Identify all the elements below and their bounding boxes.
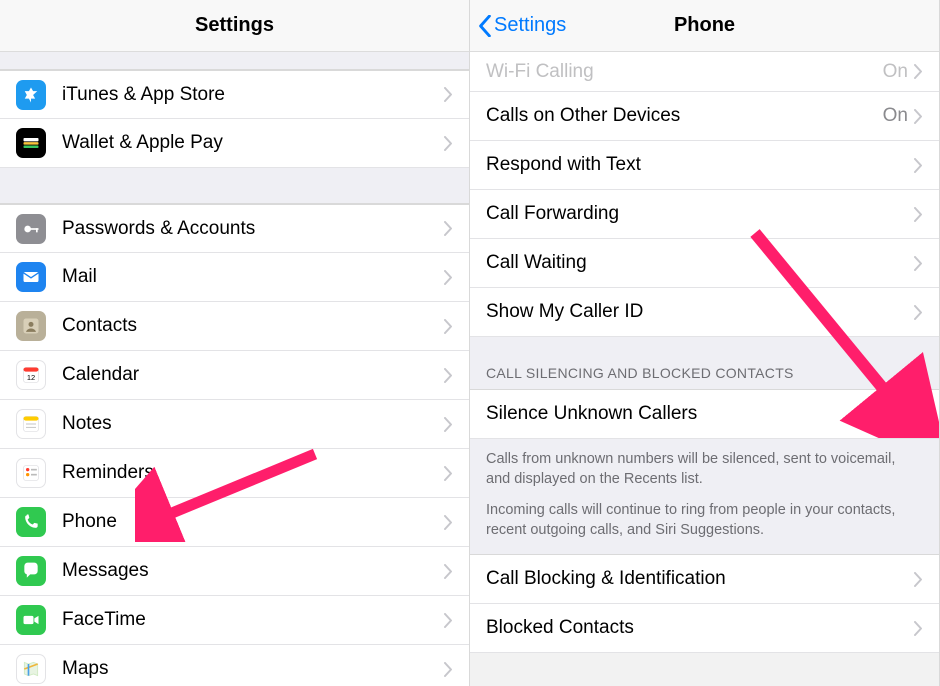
- row-label: iTunes & App Store: [62, 84, 444, 106]
- chevron-right-icon: [444, 662, 453, 677]
- settings-row-notes[interactable]: Notes: [0, 400, 469, 449]
- phone-icon: [16, 507, 46, 537]
- phone-row-blocked-contacts[interactable]: Blocked Contacts: [470, 604, 939, 653]
- settings-row-contacts[interactable]: Contacts: [0, 302, 469, 351]
- settings-row-passwords[interactable]: Passwords & Accounts: [0, 204, 469, 253]
- maps-icon: [16, 654, 46, 684]
- chevron-left-icon: [478, 15, 492, 37]
- settings-row-maps[interactable]: Maps: [0, 645, 469, 686]
- wallet-icon: [16, 128, 46, 158]
- row-label: Silence Unknown Callers: [486, 403, 871, 425]
- chevron-right-icon: [444, 319, 453, 334]
- row-label: Call Blocking & Identification: [486, 568, 914, 590]
- phone-row-call-waiting[interactable]: Call Waiting: [470, 239, 939, 288]
- section-footer-silencing: Calls from unknown numbers will be silen…: [470, 439, 939, 554]
- group-gap: [0, 52, 469, 70]
- row-label: Messages: [62, 560, 444, 582]
- phone-row-wifi-calling[interactable]: Wi-Fi Calling On: [470, 52, 939, 92]
- phone-row-call-forwarding[interactable]: Call Forwarding: [470, 190, 939, 239]
- row-label: Passwords & Accounts: [62, 218, 444, 240]
- chevron-right-icon: [444, 613, 453, 628]
- row-label: Wi-Fi Calling: [486, 61, 883, 83]
- itunes-icon: [16, 80, 46, 110]
- chevron-right-icon: [444, 368, 453, 383]
- row-label: Wallet & Apple Pay: [62, 132, 444, 154]
- settings-row-itunes[interactable]: iTunes & App Store: [0, 70, 469, 119]
- row-label: Mail: [62, 266, 444, 288]
- chevron-right-icon: [444, 136, 453, 151]
- settings-title: Settings: [195, 14, 274, 37]
- phone-navbar: Settings Phone: [470, 0, 939, 52]
- contacts-icon: [16, 311, 46, 341]
- phone-row-caller-id[interactable]: Show My Caller ID: [470, 288, 939, 337]
- settings-row-reminders[interactable]: Reminders: [0, 449, 469, 498]
- settings-row-messages[interactable]: Messages: [0, 547, 469, 596]
- chevron-right-icon: [914, 158, 923, 173]
- chevron-right-icon: [914, 572, 923, 587]
- chevron-right-icon: [444, 564, 453, 579]
- phone-row-other-devices[interactable]: Calls on Other Devices On: [470, 92, 939, 141]
- group-gap: [0, 168, 469, 204]
- calendar-icon: 12: [16, 360, 46, 390]
- phone-row-respond-text[interactable]: Respond with Text: [470, 141, 939, 190]
- row-label: Calls on Other Devices: [486, 105, 883, 127]
- row-label: Show My Caller ID: [486, 301, 914, 323]
- chevron-right-icon: [444, 270, 453, 285]
- facetime-icon: [16, 605, 46, 635]
- back-label: Settings: [494, 14, 566, 37]
- settings-row-wallet[interactable]: Wallet & Apple Pay: [0, 119, 469, 168]
- chevron-right-icon: [914, 621, 923, 636]
- row-label: Call Waiting: [486, 252, 914, 274]
- messages-icon: [16, 556, 46, 586]
- svg-text:12: 12: [27, 373, 35, 382]
- back-button[interactable]: Settings: [478, 14, 566, 37]
- notes-icon: [16, 409, 46, 439]
- settings-row-facetime[interactable]: FaceTime: [0, 596, 469, 645]
- settings-row-phone[interactable]: Phone: [0, 498, 469, 547]
- chevron-right-icon: [914, 256, 923, 271]
- row-label: Calendar: [62, 364, 444, 386]
- chevron-right-icon: [914, 207, 923, 222]
- row-value: On: [883, 105, 908, 127]
- settings-row-mail[interactable]: Mail: [0, 253, 469, 302]
- phone-row-call-blocking[interactable]: Call Blocking & Identification: [470, 555, 939, 604]
- row-label: Maps: [62, 658, 444, 680]
- settings-navbar: Settings: [0, 0, 469, 52]
- chevron-right-icon: [444, 466, 453, 481]
- chevron-right-icon: [444, 417, 453, 432]
- row-label: Contacts: [62, 315, 444, 337]
- chevron-right-icon: [914, 64, 923, 79]
- chevron-right-icon: [444, 515, 453, 530]
- toggle-knob: [873, 400, 901, 428]
- row-label: Respond with Text: [486, 154, 914, 176]
- row-label: FaceTime: [62, 609, 444, 631]
- row-label: Call Forwarding: [486, 203, 914, 225]
- row-value: On: [883, 61, 908, 83]
- chevron-right-icon: [914, 305, 923, 320]
- row-label: Notes: [62, 413, 444, 435]
- chevron-right-icon: [914, 109, 923, 124]
- reminders-icon: [16, 458, 46, 488]
- mail-icon: [16, 262, 46, 292]
- phone-pane: Settings Phone Wi-Fi Calling On Calls on…: [470, 0, 940, 686]
- settings-pane: Settings iTunes & App Store Wallet & App…: [0, 0, 470, 686]
- row-label: Blocked Contacts: [486, 617, 914, 639]
- chevron-right-icon: [444, 87, 453, 102]
- chevron-right-icon: [444, 221, 453, 236]
- passwords-icon: [16, 214, 46, 244]
- toggle-silence-unknown[interactable]: [871, 398, 923, 430]
- phone-title: Phone: [674, 14, 735, 37]
- row-label: Phone: [62, 511, 444, 533]
- row-silence-unknown[interactable]: Silence Unknown Callers: [470, 390, 939, 439]
- section-header-silencing: CALL SILENCING AND BLOCKED CONTACTS: [470, 337, 939, 390]
- row-label: Reminders: [62, 462, 444, 484]
- settings-row-calendar[interactable]: 12 Calendar: [0, 351, 469, 400]
